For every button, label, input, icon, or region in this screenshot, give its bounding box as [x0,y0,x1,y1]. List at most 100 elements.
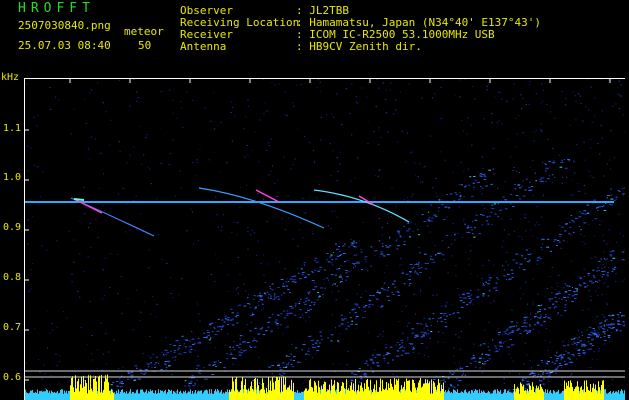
streak-dot [239,335,243,337]
noise-dot [210,274,212,275]
streak-dot [236,312,239,314]
level-bar [291,379,292,400]
noise-dot [526,322,528,324]
streak-dot [304,276,308,278]
noise-dot [87,149,90,151]
level-bar [102,393,103,400]
noise-dot [336,156,338,158]
streak-dot [294,305,297,307]
streak-dot [611,318,614,320]
streak-dot [526,261,530,263]
noise-dot [37,204,40,206]
noise-floor-bar [129,391,130,400]
streak-dot [561,356,564,358]
noise-floor-bar [171,389,172,400]
noise-dot [109,286,111,288]
streak-dot [227,317,230,319]
noise-dot [525,281,527,283]
streak-dot [448,387,450,389]
noise-floor-bar [605,389,606,400]
noise-dot [388,217,390,219]
noise-dot [319,81,321,83]
noise-dot [598,350,600,352]
level-bar [334,380,335,400]
noise-dot [286,379,288,381]
noise-dot [152,295,154,297]
noise-dot [347,351,349,353]
noise-floor-bar [613,390,614,400]
streak-dot [226,324,229,326]
noise-dot [79,253,81,255]
noise-dot [312,339,314,340]
noise-dot [261,330,263,332]
streak-dot [221,325,223,327]
streak-dot [440,320,443,322]
level-bar [412,379,413,400]
streak-dot [509,278,512,280]
noise-dot [186,91,188,93]
noise-dot [354,177,356,179]
streak-dot [569,221,571,223]
streak-dot [534,316,537,317]
streak-dot [331,259,334,261]
noise-dot [533,131,535,133]
streak-dot [379,354,381,356]
noise-dot [231,107,233,108]
level-bar [587,386,588,400]
noise-dot [530,313,532,315]
noise-floor-bar [130,389,131,400]
noise-dot [221,226,223,228]
noise-floor-bar [506,393,507,400]
streak-dot [577,342,580,344]
noise-dot [557,285,559,287]
streak-dot [196,379,198,381]
noise-floor-bar [227,389,228,400]
noise-dot [445,306,447,308]
streak-dot [405,273,409,275]
noise-dot [335,385,337,387]
noise-dot [218,330,220,332]
streak-dot [509,339,513,340]
noise-dot [414,272,416,274]
noise-dot [286,278,288,280]
noise-dot [471,144,473,146]
level-bar [367,378,368,400]
streak-dot [470,294,473,296]
streak-dot [232,319,234,321]
noise-dot [262,198,264,200]
noise-floor-bar [475,389,476,400]
streak-dot [185,339,189,341]
streak-dot [196,365,200,367]
noise-floor-bar [213,393,214,400]
noise-dot [104,257,107,259]
streak-dot [183,343,186,345]
streak-dot [316,350,320,351]
level-bar [86,383,87,400]
streak-dot [210,337,212,339]
streak-dot [439,252,442,254]
noise-dot [286,115,288,117]
streak-dot [492,168,495,170]
streak-dot [194,383,196,385]
noise-dot [349,113,351,114]
noise-dot [457,233,459,235]
level-bar [415,387,416,400]
streak-dot [363,374,367,376]
noise-dot [337,171,339,172]
noise-dot [450,304,453,306]
noise-floor-bar [44,391,45,400]
noise-dot [189,387,191,389]
streak-dot [481,214,485,216]
noise-dot [256,254,258,256]
noise-floor-bar [156,393,157,400]
streak-dot [447,246,450,248]
noise-dot [513,230,515,232]
streak-dot [581,331,583,333]
noise-dot [120,276,122,278]
noise-dot [259,369,261,371]
streak-dot [482,343,486,345]
streak-dot [612,257,616,259]
level-bar [378,391,379,400]
streak-dot [140,369,142,371]
streak-dot [455,194,458,195]
